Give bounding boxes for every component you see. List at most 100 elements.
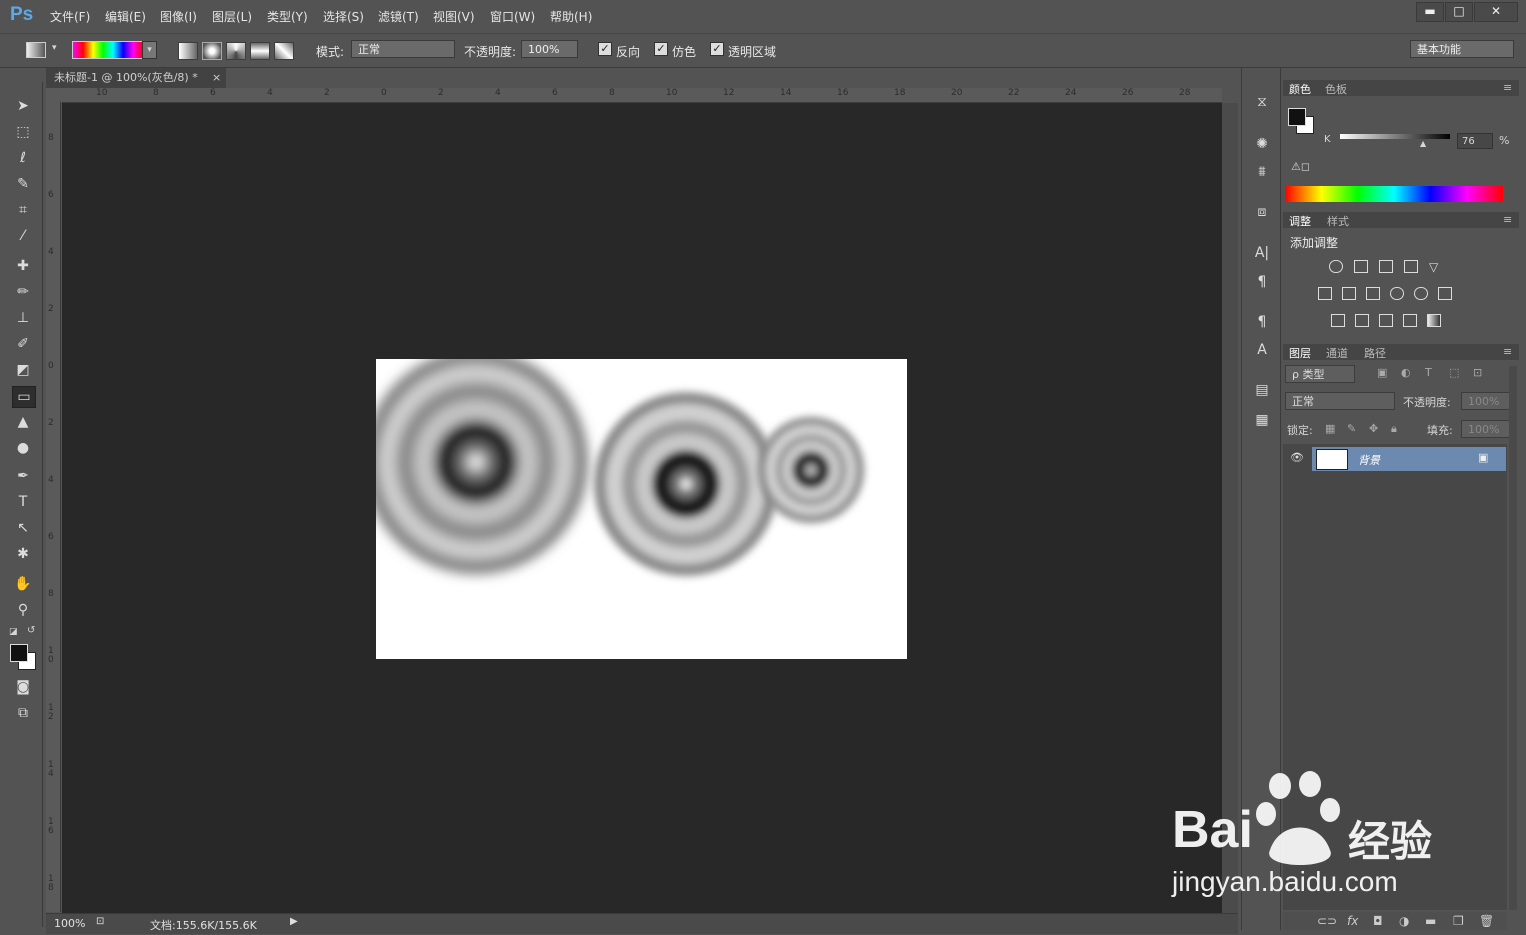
tab-adjustments[interactable]: 调整 bbox=[1289, 213, 1311, 229]
marquee-tool-icon[interactable]: ⬚ bbox=[12, 122, 34, 142]
reverse-checkbox[interactable]: ✓ bbox=[598, 42, 612, 56]
menu-image[interactable]: 图像(I) bbox=[160, 8, 197, 25]
gradient-tool-preset-icon[interactable] bbox=[26, 42, 46, 58]
gradient-tool-icon[interactable]: ▭ bbox=[12, 386, 36, 408]
selective-color-icon[interactable] bbox=[1403, 314, 1417, 327]
adjust-filter-icon[interactable]: ◐ bbox=[1401, 366, 1411, 379]
layer-comps-icon[interactable]: ▤ bbox=[1252, 380, 1272, 400]
panel-menu-icon[interactable]: ≡ bbox=[1503, 81, 1512, 94]
curves-adjust-icon[interactable] bbox=[1379, 260, 1393, 273]
menu-file[interactable]: 文件(F) bbox=[50, 8, 90, 25]
status-menu-arrow-icon[interactable]: ▶ bbox=[290, 916, 298, 927]
linear-gradient-button[interactable] bbox=[178, 42, 198, 60]
k-value-input[interactable]: 76 bbox=[1457, 133, 1493, 149]
shape-tool-icon[interactable]: ✱ bbox=[12, 544, 34, 564]
black-white-icon[interactable] bbox=[1366, 287, 1380, 300]
new-group-icon[interactable]: ▬ bbox=[1425, 914, 1436, 928]
close-tab-icon[interactable]: × bbox=[212, 68, 221, 88]
hand-tool-icon[interactable]: ✋ bbox=[12, 574, 34, 594]
close-button[interactable]: ✕ bbox=[1474, 2, 1518, 22]
dodge-tool-icon[interactable]: ● bbox=[12, 438, 34, 458]
panel-menu-icon[interactable]: ≡ bbox=[1503, 345, 1512, 358]
screen-mode-icon[interactable]: ⧉ bbox=[12, 703, 34, 723]
chevron-down-icon[interactable]: ▾ bbox=[52, 43, 57, 53]
paragraph-styles-icon[interactable]: ¶ bbox=[1252, 312, 1272, 332]
status-preview-icon[interactable]: ⊡ bbox=[96, 916, 104, 927]
layer-style-fx-icon[interactable]: fx bbox=[1347, 914, 1358, 928]
menu-help[interactable]: 帮助(H) bbox=[550, 8, 592, 25]
layer-visibility-eye-icon[interactable]: 👁︎ bbox=[1290, 451, 1304, 464]
link-layers-icon[interactable]: ⊂⊃ bbox=[1317, 914, 1337, 928]
transparency-checkbox[interactable]: ✓ bbox=[710, 42, 724, 56]
threshold-icon[interactable] bbox=[1379, 314, 1393, 327]
menu-window[interactable]: 窗口(W) bbox=[490, 8, 535, 25]
opacity-input[interactable]: 100% bbox=[521, 40, 578, 58]
layer-blend-mode-select[interactable]: 正常 bbox=[1285, 392, 1395, 410]
document-tab[interactable]: 未标题-1 @ 100%(灰色/8) * × bbox=[46, 68, 226, 88]
layer-name[interactable]: 背景 bbox=[1358, 452, 1380, 468]
character-styles-icon[interactable]: A bbox=[1252, 340, 1272, 360]
vertical-ruler[interactable]: 8 6 4 2 0 2 4 6 8 10 12 14 16 18 bbox=[46, 102, 61, 912]
lock-all-icon[interactable]: 🔒︎ bbox=[1391, 422, 1397, 436]
menu-select[interactable]: 选择(S) bbox=[323, 8, 364, 25]
dither-checkbox[interactable]: ✓ bbox=[654, 42, 668, 56]
quick-select-tool-icon[interactable]: ✎ bbox=[12, 174, 34, 194]
brightness-adjust-icon[interactable] bbox=[1329, 260, 1343, 273]
document-canvas[interactable] bbox=[376, 359, 907, 659]
lock-position-icon[interactable]: ✥ bbox=[1369, 422, 1378, 435]
zoom-tool-icon[interactable]: ⚲ bbox=[12, 600, 34, 620]
posterize-icon[interactable] bbox=[1355, 314, 1369, 327]
clone-source-icon[interactable]: ⧈ bbox=[1252, 202, 1272, 222]
pixel-filter-icon[interactable]: ▣ bbox=[1377, 366, 1387, 379]
brush-presets-icon[interactable]: ⩩ bbox=[1252, 162, 1272, 182]
layer-row-background[interactable]: 背景 ▣ bbox=[1312, 447, 1506, 471]
color-balance-icon[interactable] bbox=[1342, 287, 1356, 300]
color-spectrum-bar[interactable] bbox=[1285, 186, 1503, 202]
pen-tool-icon[interactable]: ✒ bbox=[12, 466, 34, 486]
healing-brush-tool-icon[interactable]: ✚ bbox=[12, 256, 34, 276]
maximize-button[interactable]: □ bbox=[1445, 2, 1473, 22]
add-mask-icon[interactable]: ◘ bbox=[1373, 914, 1383, 928]
tab-layers[interactable]: 图层 bbox=[1289, 345, 1311, 361]
menu-layer[interactable]: 图层(L) bbox=[212, 8, 252, 25]
ruler-origin[interactable] bbox=[46, 88, 62, 102]
notes-icon[interactable]: ▦ bbox=[1252, 410, 1272, 430]
slider-thumb-icon[interactable]: ▲ bbox=[1420, 139, 1426, 148]
radial-gradient-button[interactable] bbox=[202, 42, 222, 60]
menu-filter[interactable]: 滤镜(T) bbox=[378, 8, 419, 25]
shape-filter-icon[interactable]: ⬚ bbox=[1449, 366, 1459, 379]
smart-object-filter-icon[interactable]: ⊡ bbox=[1473, 366, 1482, 379]
tab-swatches[interactable]: 色板 bbox=[1325, 81, 1347, 97]
move-tool-icon[interactable]: ➤ bbox=[12, 96, 34, 116]
workspace-select[interactable]: 基本功能 bbox=[1410, 40, 1514, 58]
tab-color[interactable]: 颜色 bbox=[1289, 81, 1311, 97]
lock-pixels-icon[interactable]: ✎ bbox=[1347, 422, 1356, 435]
brush-tool-icon[interactable]: ✏ bbox=[12, 282, 34, 302]
default-colors-icon[interactable]: ◪ bbox=[9, 627, 18, 637]
type-filter-icon[interactable]: T bbox=[1425, 366, 1432, 379]
paragraph-panel-icon[interactable]: ¶ bbox=[1252, 272, 1272, 292]
blend-mode-select[interactable]: 正常 bbox=[351, 40, 455, 58]
minimize-button[interactable]: ▬ bbox=[1416, 2, 1444, 22]
tab-paths[interactable]: 路径 bbox=[1364, 345, 1386, 361]
eyedropper-tool-icon[interactable]: ⁄ bbox=[12, 226, 34, 246]
swap-colors-icon[interactable]: ↺ bbox=[27, 625, 35, 636]
hue-saturation-icon[interactable] bbox=[1318, 287, 1332, 300]
angle-gradient-button[interactable] bbox=[226, 42, 246, 60]
photo-filter-icon[interactable] bbox=[1390, 287, 1404, 300]
character-panel-icon[interactable]: A| bbox=[1252, 243, 1272, 263]
layer-filter-select[interactable]: ρ 类型 bbox=[1285, 365, 1355, 383]
levels-adjust-icon[interactable] bbox=[1354, 260, 1368, 273]
new-layer-icon[interactable]: ❐ bbox=[1453, 914, 1464, 928]
vibrance-adjust-icon[interactable]: ▽ bbox=[1429, 260, 1443, 274]
lock-transparent-icon[interactable]: ▦ bbox=[1325, 422, 1335, 435]
history-panel-icon[interactable]: ⧖ bbox=[1252, 92, 1272, 112]
quick-mask-icon[interactable]: ◙ bbox=[12, 677, 34, 697]
gradient-picker[interactable] bbox=[72, 41, 144, 59]
layers-scrollbar[interactable] bbox=[1509, 366, 1517, 910]
gradient-map-icon[interactable] bbox=[1427, 314, 1441, 327]
invert-icon[interactable] bbox=[1331, 314, 1345, 327]
horizontal-ruler[interactable]: 10 8 6 4 2 0 2 4 6 8 10 12 14 16 18 20 22 24 26 28 bbox=[62, 88, 1222, 103]
gamut-warning-icon[interactable]: ⚠◻ bbox=[1291, 160, 1310, 173]
document-size-info[interactable]: 文档:155.6K/155.6K bbox=[150, 917, 257, 933]
